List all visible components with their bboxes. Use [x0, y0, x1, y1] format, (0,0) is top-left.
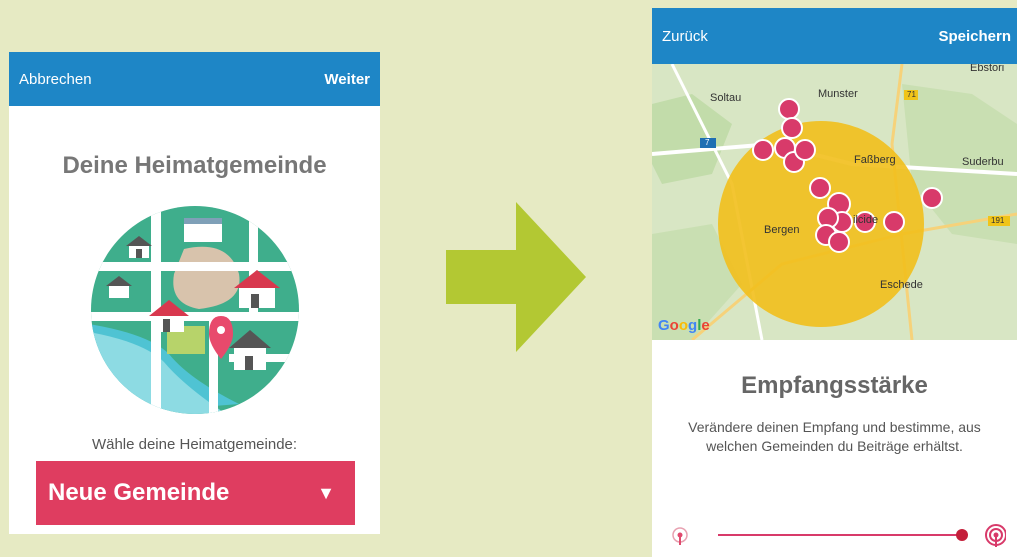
- signal-high-icon: [985, 524, 1006, 547]
- map-label: Munster: [818, 88, 858, 100]
- map-label: 191: [991, 216, 1005, 225]
- chevron-down-icon: ▼: [317, 482, 335, 503]
- back-button[interactable]: Zurück: [662, 28, 708, 45]
- top-bar: Abbrechen Weiter: [9, 52, 380, 106]
- save-button[interactable]: Speichern: [938, 28, 1011, 45]
- cancel-button[interactable]: Abbrechen: [19, 71, 92, 88]
- map-label: Faßberg: [854, 154, 896, 166]
- community-select-value: Neue Gemeinde: [48, 479, 230, 506]
- map-label: 7: [705, 138, 710, 147]
- home-community-screen: Abbrechen Weiter Deine Heimatgemeinde Wä…: [9, 52, 380, 534]
- map-label: 71: [907, 90, 916, 99]
- community-prompt: Wähle deine Heimatgemeinde:: [91, 436, 298, 453]
- map-label: Soltau: [710, 92, 742, 104]
- town-map-illustration: [91, 206, 299, 414]
- map-canvas: [652, 64, 1017, 340]
- map-label: Suderbu: [962, 156, 1004, 168]
- next-button[interactable]: Weiter: [324, 71, 370, 88]
- map-label: ilcide: [853, 214, 879, 226]
- signal-low-icon: [672, 527, 688, 545]
- reception-screen: Zurück Speichern Ebstori Soltau Munster …: [652, 8, 1017, 557]
- page-title: Deine Heimatgemeinde: [62, 152, 327, 179]
- slider-thumb[interactable]: [956, 529, 968, 541]
- map[interactable]: Ebstori Soltau Munster 71 7 Faßberg Sude…: [652, 64, 1017, 340]
- map-label: Ebstori: [970, 64, 1005, 74]
- map-label: Eschede: [880, 279, 923, 291]
- map-label: Bergen: [764, 224, 800, 236]
- reception-slider[interactable]: [666, 520, 1006, 550]
- section-title: Empfangsstärke: [741, 372, 928, 399]
- arrow-right-icon: [446, 202, 586, 352]
- google-logo: Google: [658, 317, 710, 334]
- community-select[interactable]: Neue Gemeinde ▼: [36, 461, 355, 525]
- section-description: Verändere deinen Empfang und bestimme, a…: [688, 419, 981, 454]
- top-bar: Zurück Speichern: [652, 8, 1017, 64]
